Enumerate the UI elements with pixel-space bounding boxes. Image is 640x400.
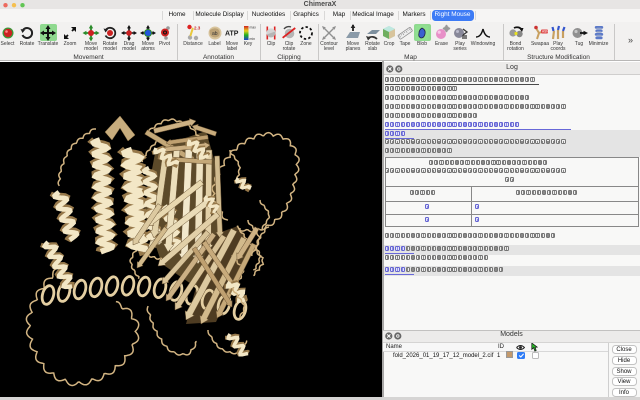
svg-text:ab: ab: [212, 31, 218, 37]
svg-text:2.3: 2.3: [194, 26, 201, 31]
svg-text:ATP: ATP: [225, 31, 239, 38]
svg-text:max: max: [250, 26, 257, 30]
svg-text:ASN: ASN: [542, 30, 549, 34]
